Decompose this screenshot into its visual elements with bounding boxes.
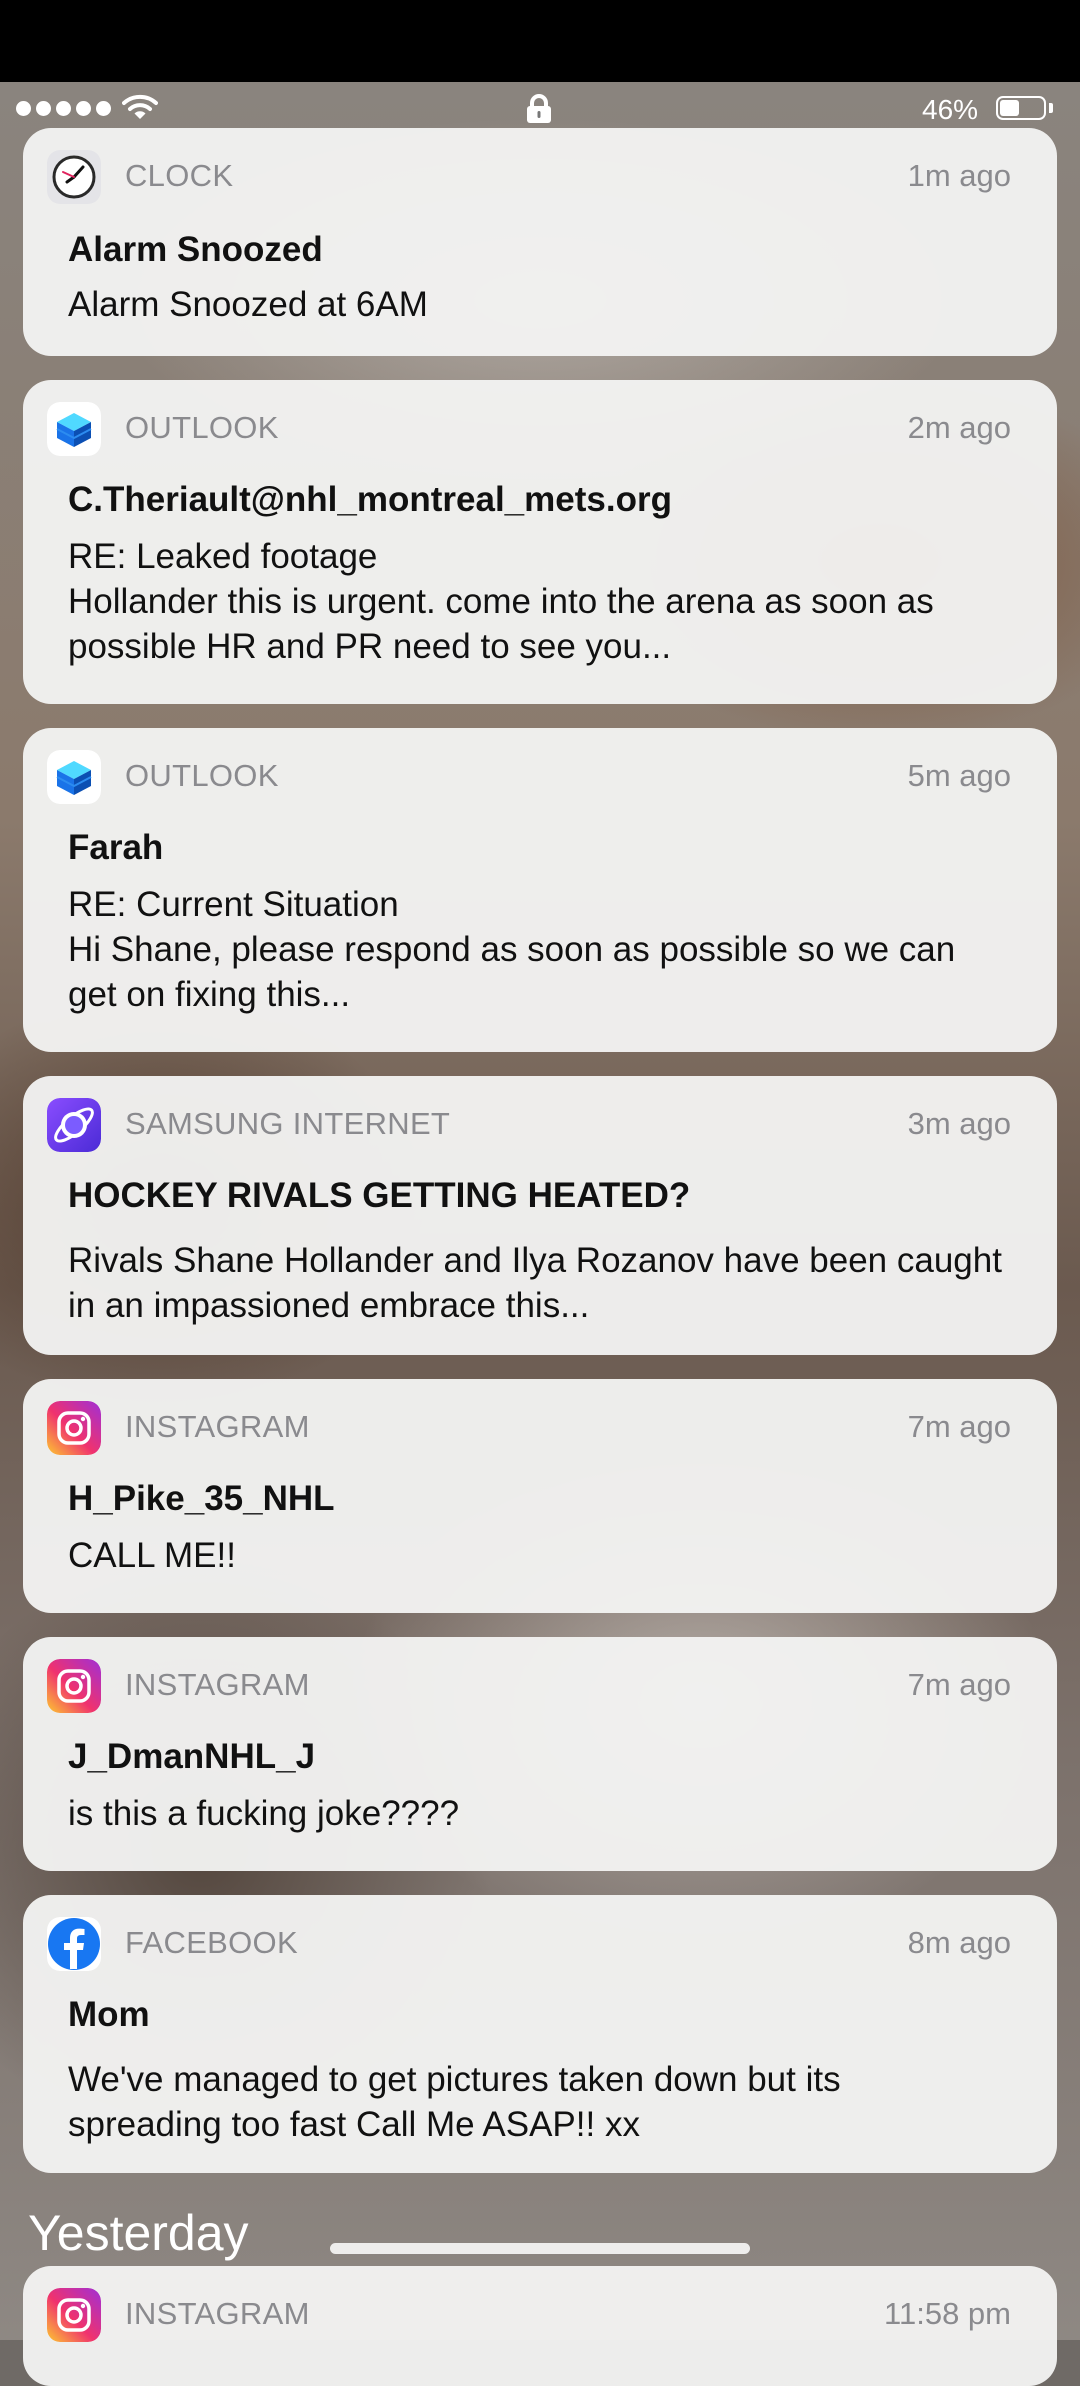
notification-body: RE: Leaked footage Hollander this is urg… (68, 534, 1018, 669)
notification-card-partial[interactable]: INSTAGRAM 11:58 pm (23, 2266, 1057, 2386)
notification-body: is this a fucking joke???? (68, 1791, 1018, 1836)
notification-time: 7m ago (907, 1409, 1011, 1444)
notification-body-line: possible HR and PR need to see you... (68, 627, 672, 666)
app-name: INSTAGRAM (125, 1409, 310, 1444)
notification-time: 5m ago (907, 758, 1011, 793)
notification-time: 8m ago (907, 1925, 1011, 1960)
clock-icon (47, 150, 101, 204)
notification-body-line: Rivals Shane Hollander and Ilya Rozanov … (68, 1241, 1002, 1280)
notification-body-line: is this a fucking joke???? (68, 1794, 460, 1833)
notification-time: 7m ago (907, 1667, 1011, 1702)
notification-body-line: Hollander this is urgent. come into the … (68, 582, 934, 621)
notification-title: HOCKEY RIVALS GETTING HEATED? (68, 1176, 691, 1215)
notification-body-line: We've managed to get pictures taken down… (68, 2060, 841, 2099)
notification-time: 2m ago (907, 410, 1011, 445)
notification-body: We've managed to get pictures taken down… (68, 2057, 1018, 2147)
notification-title: H_Pike_35_NHL (68, 1479, 335, 1518)
samsung-internet-icon (47, 1098, 101, 1152)
app-name: INSTAGRAM (125, 1667, 310, 1702)
home-indicator[interactable] (330, 2243, 750, 2254)
battery-icon (996, 96, 1046, 120)
notification-card[interactable]: CLOCK 1m ago Alarm Snoozed Alarm Snoozed… (23, 128, 1057, 356)
top-black-bar (0, 0, 1080, 82)
instagram-icon (47, 1659, 101, 1713)
notification-subject: RE: Current Situation (68, 885, 399, 924)
notification-time: 1m ago (907, 158, 1011, 193)
notification-title: J_DmanNHL_J (68, 1737, 316, 1776)
app-name: OUTLOOK (125, 410, 279, 445)
notification-card[interactable]: OUTLOOK 5m ago Farah RE: Current Situati… (23, 728, 1057, 1052)
app-name: SAMSUNG INTERNET (125, 1106, 451, 1141)
signal-strength-icon (16, 101, 111, 116)
notification-time: 3m ago (907, 1106, 1011, 1141)
lock-icon (527, 94, 551, 123)
notification-body-line: get on fixing this... (68, 975, 351, 1014)
notification-body: Alarm Snoozed at 6AM (68, 282, 1018, 327)
notification-body-line: CALL ME!! (68, 1536, 236, 1575)
notification-body: Rivals Shane Hollander and Ilya Rozanov … (68, 1238, 1018, 1328)
app-name: FACEBOOK (125, 1925, 298, 1960)
outlook-icon (47, 750, 101, 804)
status-bar: 46% (0, 82, 1080, 134)
notification-body: CALL ME!! (68, 1533, 1018, 1578)
notification-time: 11:58 pm (884, 2296, 1011, 2331)
notification-title: Alarm Snoozed (68, 230, 323, 269)
notification-card[interactable]: FACEBOOK 8m ago Mom We've managed to get… (23, 1895, 1057, 2173)
wifi-icon (122, 94, 158, 119)
section-header-yesterday: Yesterday (28, 2205, 249, 2261)
notification-subject: RE: Leaked footage (68, 537, 378, 576)
notification-body-line: spreading too fast Call Me ASAP!! xx (68, 2105, 640, 2144)
instagram-icon (47, 2288, 101, 2342)
facebook-icon (47, 1917, 101, 1971)
outlook-icon (47, 402, 101, 456)
notification-body-line: in an impassioned embrace this... (68, 1286, 590, 1325)
notification-title: Farah (68, 828, 164, 867)
notification-card[interactable]: INSTAGRAM 7m ago J_DmanNHL_J is this a f… (23, 1637, 1057, 1871)
instagram-icon (47, 1401, 101, 1455)
notification-title: Mom (68, 1995, 150, 2034)
notification-body-line: Hi Shane, please respond as soon as poss… (68, 930, 956, 969)
battery-cap (1049, 103, 1053, 113)
app-name: INSTAGRAM (125, 2296, 310, 2331)
battery-percentage: 46% (922, 94, 979, 125)
app-name: CLOCK (125, 158, 234, 193)
notification-title: C.Theriault@nhl_montreal_mets.org (68, 480, 672, 519)
notification-card[interactable]: INSTAGRAM 7m ago H_Pike_35_NHL CALL ME!! (23, 1379, 1057, 1613)
notification-body: RE: Current Situation Hi Shane, please r… (68, 882, 1018, 1017)
notification-card[interactable]: OUTLOOK 2m ago C.Theriault@nhl_montreal_… (23, 380, 1057, 704)
app-name: OUTLOOK (125, 758, 279, 793)
notification-card[interactable]: SAMSUNG INTERNET 3m ago HOCKEY RIVALS GE… (23, 1076, 1057, 1355)
notification-body-line: Alarm Snoozed at 6AM (68, 285, 428, 324)
